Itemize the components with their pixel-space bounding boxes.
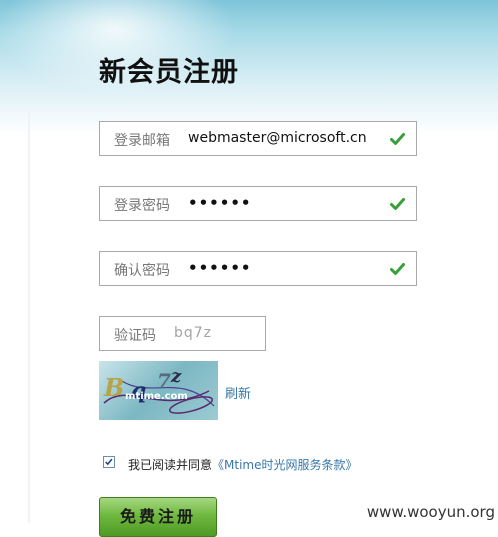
captcha-image[interactable]: B q 7 z mtime.com: [99, 361, 218, 420]
password-field[interactable]: 登录密码 ••••••: [99, 186, 417, 221]
email-value[interactable]: webmaster@microsoft.cn: [188, 130, 367, 146]
captcha-input-value[interactable]: bq7z: [174, 325, 212, 341]
captcha-char: z: [171, 366, 182, 387]
email-label: 登录邮箱: [114, 133, 170, 149]
email-field[interactable]: 登录邮箱 webmaster@microsoft.cn: [99, 121, 417, 156]
register-button[interactable]: 免费注册: [99, 497, 217, 537]
check-icon: [390, 198, 405, 210]
checkmark-icon: [105, 458, 113, 466]
password-value[interactable]: ••••••: [188, 194, 252, 212]
agree-checkbox[interactable]: [103, 456, 115, 468]
agree-text: 我已阅读并同意《Mtime时光网服务条款》: [128, 456, 357, 473]
site-watermark: www.wooyun.org: [366, 503, 495, 521]
check-icon: [390, 133, 405, 145]
captcha-label: 验证码: [114, 328, 156, 344]
left-divider: [28, 110, 30, 523]
password-label: 登录密码: [114, 198, 170, 214]
agree-label: 我已阅读并同意: [128, 458, 213, 472]
captcha-field[interactable]: 验证码 bq7z: [99, 316, 266, 351]
captcha-char: 7: [157, 369, 171, 393]
terms-link[interactable]: 《Mtime时光网服务条款》: [212, 458, 357, 472]
header-glow: [0, 0, 498, 135]
page-title: 新会员注册: [99, 57, 239, 88]
confirm-password-value[interactable]: ••••••: [188, 259, 252, 277]
confirm-password-field[interactable]: 确认密码 ••••••: [99, 251, 417, 286]
check-icon: [390, 263, 405, 275]
confirm-password-label: 确认密码: [114, 263, 170, 279]
captcha-char: B: [104, 373, 125, 402]
refresh-captcha-link[interactable]: 刷新: [225, 383, 251, 402]
captcha-watermark: mtime.com: [125, 391, 188, 402]
